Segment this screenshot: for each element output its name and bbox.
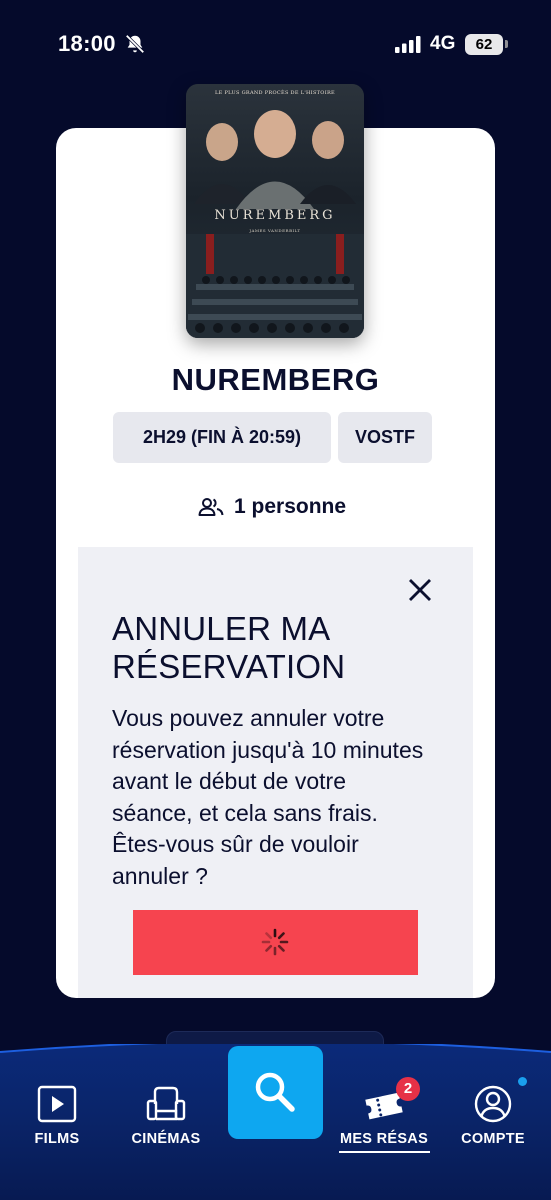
version-chip: VOSTF	[338, 412, 432, 463]
reservations-badge: 2	[396, 1077, 420, 1101]
nav-films-label: FILMS	[34, 1131, 80, 1147]
nav-compte-label: COMPTE	[461, 1131, 525, 1147]
armchair-icon	[146, 1086, 186, 1121]
cancel-description: Vous pouvez annuler votre réservation ju…	[112, 705, 424, 889]
signal-icon	[395, 36, 421, 53]
bell-off-icon	[125, 34, 145, 54]
poster-tagline: LE PLUS GRAND PROCÈS DE L'HISTOIRE	[215, 90, 335, 96]
notification-dot	[518, 1077, 527, 1086]
status-time: 18:00	[58, 31, 116, 56]
poster-director: JAMES VANDERBILT	[249, 228, 301, 233]
movie-title: NUREMBERG	[171, 362, 380, 397]
status-bar: 18:00 4G 62	[0, 0, 551, 90]
nav-films[interactable]: FILMS	[2, 1084, 112, 1164]
search-button[interactable]	[228, 1046, 323, 1139]
user-circle-icon	[474, 1085, 512, 1123]
close-icon[interactable]	[405, 575, 435, 605]
battery-level: 62	[465, 34, 503, 55]
nav-cinemas[interactable]: CINÉMAS	[111, 1084, 221, 1164]
movie-poster: LE PLUS GRAND PROCÈS DE L'HISTOIRE NUREM…	[186, 84, 364, 338]
battery-tip	[505, 40, 508, 48]
persons-label: 1 personne	[234, 495, 347, 518]
loading-spinner-icon	[261, 928, 289, 956]
active-tab-indicator	[339, 1151, 430, 1153]
confirm-cancel-button[interactable]	[133, 910, 418, 975]
poster-title: NUREMBERG	[214, 208, 336, 223]
play-square-icon	[37, 1085, 77, 1123]
duration-chip: 2H29 (FIN À 20:59)	[113, 412, 331, 463]
nav-cinemas-label: CINÉMAS	[131, 1131, 201, 1147]
nav-mes-resas-label: MES RÉSAS	[339, 1131, 429, 1147]
people-icon	[198, 498, 224, 516]
search-icon	[255, 1072, 295, 1112]
network-type: 4G	[430, 33, 456, 54]
nav-compte[interactable]: COMPTE	[438, 1084, 548, 1164]
persons-count: 1 personne	[198, 494, 346, 520]
cancel-title: ANNULER MA RÉSERVATION	[112, 610, 346, 685]
